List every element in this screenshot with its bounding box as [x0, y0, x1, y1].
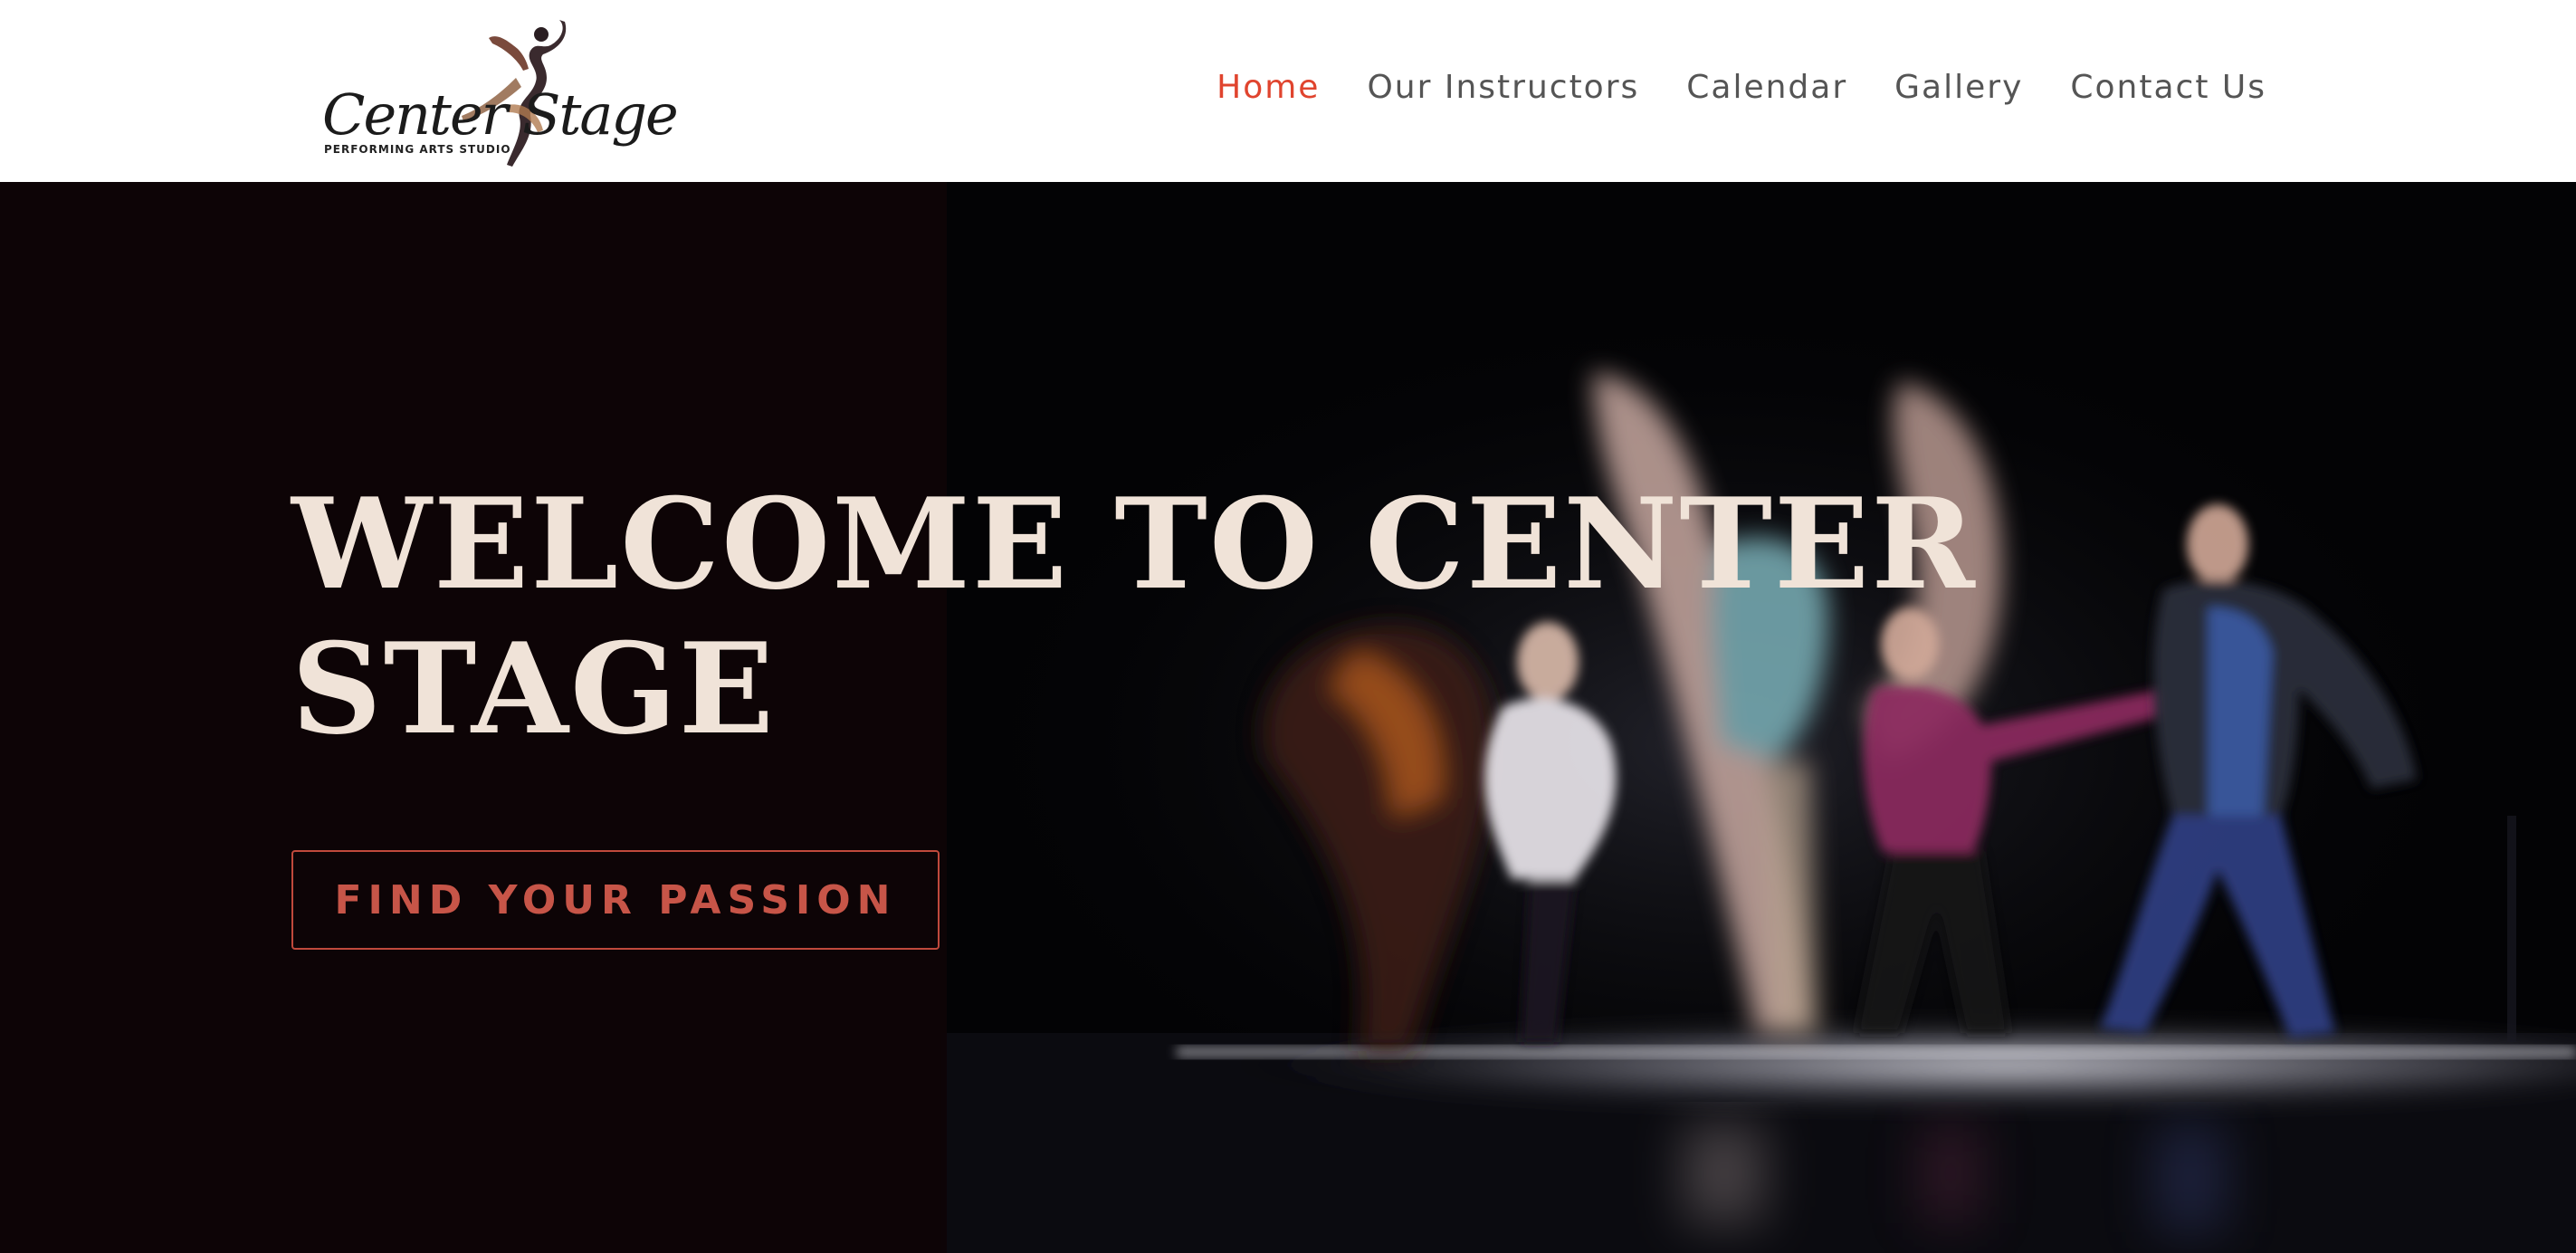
site-logo[interactable]: Center Stage PERFORMING ARTS STUDIO: [317, 14, 679, 168]
nav-calendar[interactable]: Calendar: [1686, 69, 1847, 106]
logo-tagline: PERFORMING ARTS STUDIO: [324, 143, 511, 156]
find-your-passion-button[interactable]: FIND YOUR PASSION: [291, 850, 940, 950]
nav-home[interactable]: Home: [1216, 69, 1320, 106]
nav-contact-us[interactable]: Contact Us: [2070, 69, 2266, 106]
site-header: Center Stage PERFORMING ARTS STUDIO Home…: [0, 0, 2576, 182]
main-nav: Home Our Instructors Calendar Gallery Co…: [1216, 69, 2266, 106]
hero-heading: WELCOME TO CENTER STAGE: [291, 470, 1977, 762]
nav-gallery[interactable]: Gallery: [1894, 69, 2023, 106]
hero-section: WELCOME TO CENTER STAGE FIND YOUR PASSIO…: [0, 182, 2576, 1253]
logo-wordmark: Center Stage: [322, 81, 679, 148]
nav-our-instructors[interactable]: Our Instructors: [1367, 69, 1639, 106]
